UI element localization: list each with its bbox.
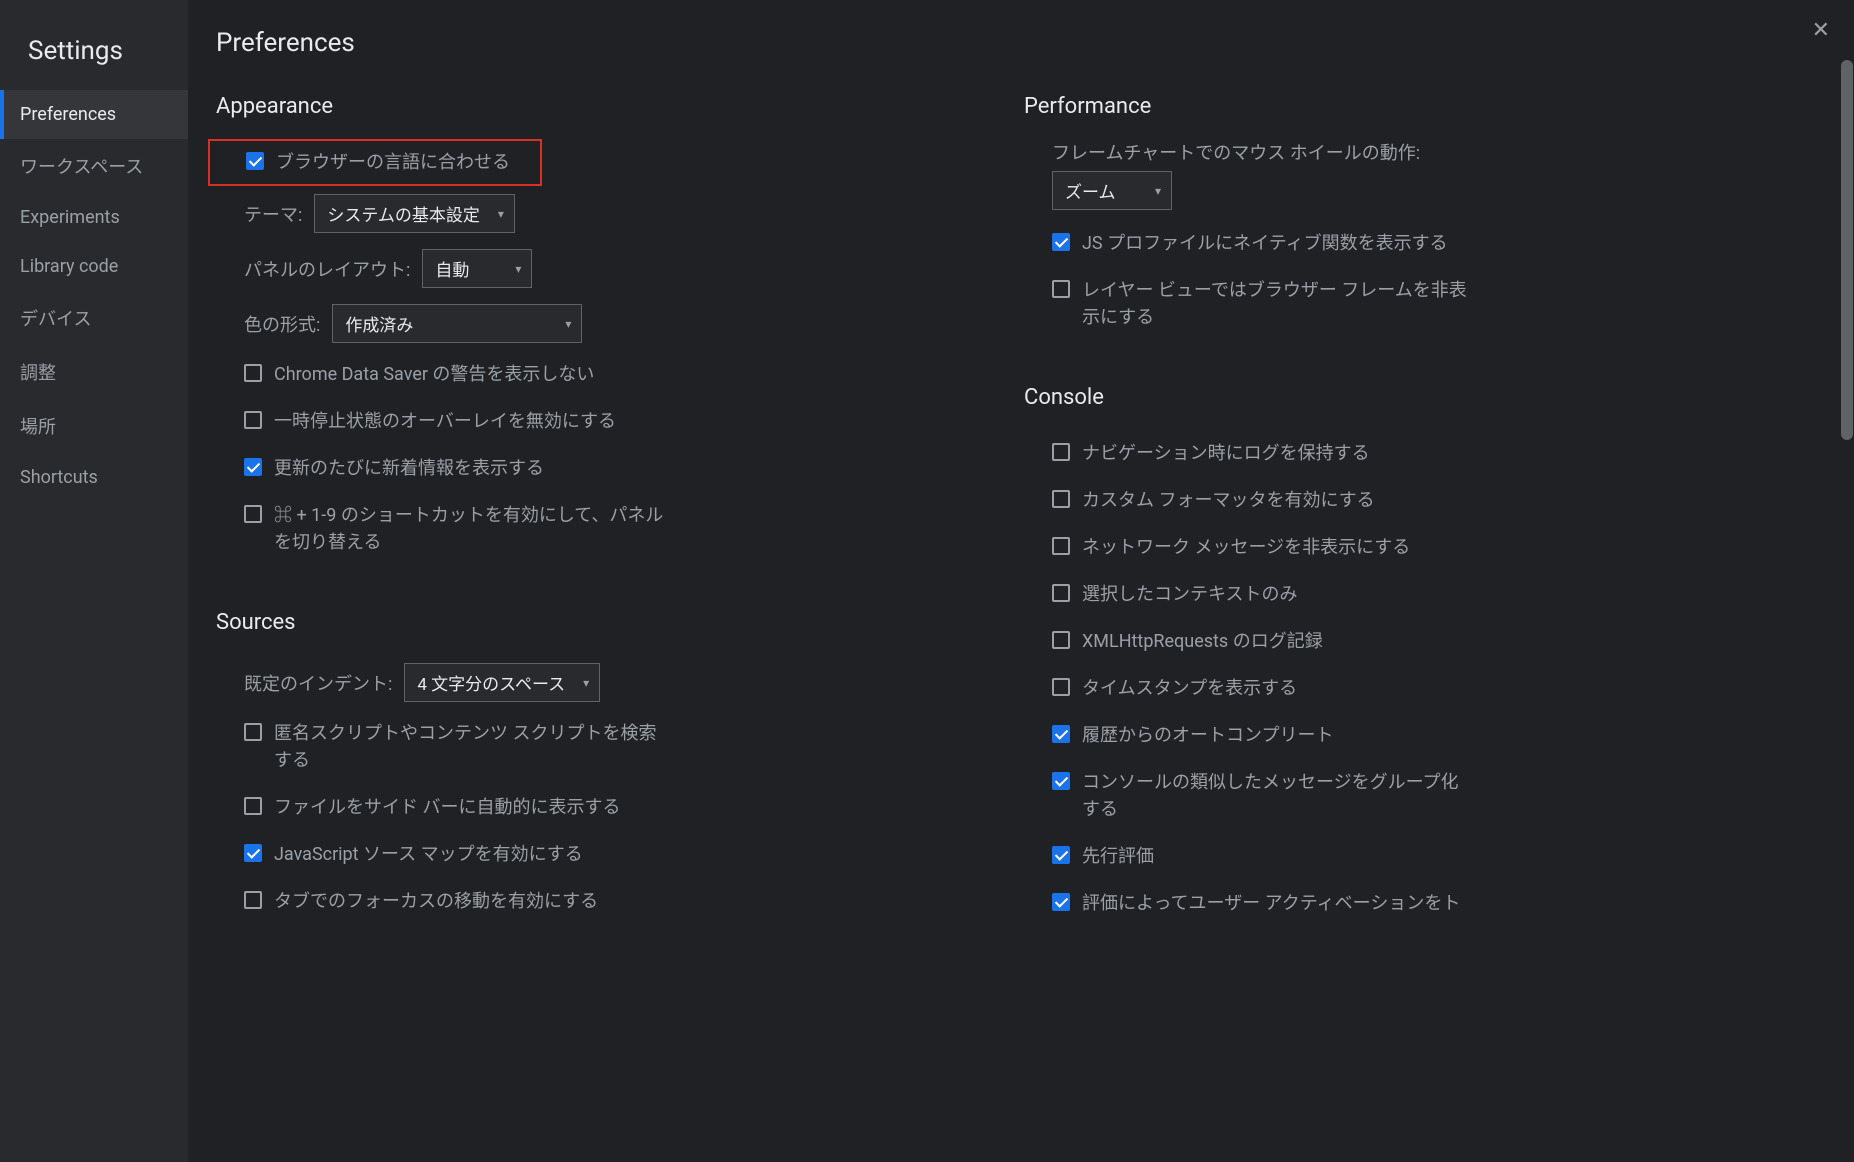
label-hide-browser-frames: レイヤー ビューではブラウザー フレームを非表示にする	[1082, 277, 1476, 331]
row-user-activation: 評価によってユーザー アクティベーションをト	[1016, 880, 1476, 927]
checkbox-match-browser-language[interactable]	[246, 152, 264, 170]
checkbox-data-saver-warning[interactable]	[244, 364, 262, 382]
sidebar-item-workspace[interactable]: ワークスペース	[0, 139, 188, 193]
sidebar-item-library-code[interactable]: Library code	[0, 242, 188, 291]
section-performance: Performance フレームチャートでのマウス ホイールの動作: ズーム J…	[1016, 94, 1814, 341]
label-custom-formatters: カスタム フォーマッタを有効にする	[1082, 487, 1375, 514]
row-custom-formatters: カスタム フォーマッタを有効にする	[1016, 477, 1476, 524]
checkbox-show-timestamps[interactable]	[1052, 678, 1070, 696]
row-cmd-shortcuts: ⌘ + 1-9 のショートカットを有効にして、パネルを切り替える	[208, 492, 668, 566]
row-match-browser-language: ブラウザーの言語に合わせる	[208, 139, 542, 186]
row-hide-network: ネットワーク メッセージを非表示にする	[1016, 524, 1476, 571]
checkbox-user-activation[interactable]	[1052, 893, 1070, 911]
label-disable-pause-overlay: 一時停止状態のオーバーレイを無効にする	[274, 408, 616, 435]
row-tab-focus: タブでのフォーカスの移動を有効にする	[208, 878, 668, 925]
label-data-saver-warning: Chrome Data Saver の警告を表示しない	[274, 361, 594, 388]
row-eager-eval: 先行評価	[1016, 833, 1476, 880]
row-js-source-maps: JavaScript ソース マップを有効にする	[208, 831, 668, 878]
label-flamechart-mouse: フレームチャートでのマウス ホイールの動作:	[1052, 139, 1814, 171]
checkbox-eager-eval[interactable]	[1052, 846, 1070, 864]
checkbox-search-anon-scripts[interactable]	[244, 723, 262, 741]
label-log-xhr: XMLHttpRequests のログ記録	[1082, 628, 1323, 655]
label-color-format: 色の形式:	[244, 311, 320, 337]
select-theme[interactable]: システムの基本設定	[314, 194, 515, 233]
select-default-indent[interactable]: 4 文字分のスペース	[404, 663, 600, 702]
label-tab-focus: タブでのフォーカスの移動を有効にする	[274, 888, 598, 915]
page-title: Preferences	[208, 28, 1814, 58]
checkbox-cmd-shortcuts[interactable]	[244, 505, 262, 523]
row-native-functions: JS プロファイルにネイティブ関数を表示する	[1016, 220, 1536, 267]
checkbox-selected-context-only[interactable]	[1052, 584, 1070, 602]
row-preserve-log: ナビゲーション時にログを保持する	[1016, 430, 1476, 477]
sidebar-item-devices[interactable]: デバイス	[0, 291, 188, 345]
checkbox-js-source-maps[interactable]	[244, 844, 262, 862]
checkbox-hide-network[interactable]	[1052, 537, 1070, 555]
label-auto-reveal-files: ファイルをサイド バーに自動的に表示する	[274, 794, 620, 821]
checkbox-disable-pause-overlay[interactable]	[244, 411, 262, 429]
row-show-whats-new: 更新のたびに新着情報を表示する	[208, 445, 668, 492]
label-panel-layout: パネルのレイアウト:	[244, 256, 410, 282]
section-sources: Sources 既定のインデント: 4 文字分のスペース 匿名スクリプトやコンテ…	[208, 610, 1006, 925]
scrollbar-thumb[interactable]	[1841, 60, 1853, 440]
section-title-sources: Sources	[208, 610, 1006, 635]
label-eager-eval: 先行評価	[1082, 843, 1154, 870]
sidebar: Settings Preferences ワークスペース Experiments…	[0, 0, 188, 1162]
checkbox-show-whats-new[interactable]	[244, 458, 262, 476]
label-selected-context-only: 選択したコンテキストのみ	[1082, 581, 1297, 608]
label-search-anon-scripts: 匿名スクリプトやコンテンツ スクリプトを検索する	[274, 720, 668, 774]
label-hide-network: ネットワーク メッセージを非表示にする	[1082, 534, 1410, 561]
row-hide-browser-frames: レイヤー ビューではブラウザー フレームを非表示にする	[1016, 267, 1476, 341]
label-theme: テーマ:	[244, 201, 302, 227]
label-js-source-maps: JavaScript ソース マップを有効にする	[274, 841, 583, 868]
label-default-indent: 既定のインデント:	[244, 670, 392, 696]
section-console: Console ナビゲーション時にログを保持する カスタム フォーマッタを有効に…	[1016, 385, 1814, 927]
section-title-console: Console	[1016, 385, 1814, 410]
row-search-anon-scripts: 匿名スクリプトやコンテンツ スクリプトを検索する	[208, 710, 668, 784]
label-user-activation: 評価によってユーザー アクティベーションをト	[1082, 890, 1460, 917]
sidebar-item-preferences[interactable]: Preferences	[0, 90, 188, 139]
close-icon[interactable]: ✕	[1812, 18, 1830, 43]
checkbox-group-similar[interactable]	[1052, 772, 1070, 790]
checkbox-preserve-log[interactable]	[1052, 443, 1070, 461]
section-appearance: Appearance ブラウザーの言語に合わせる テーマ: システムの基本設定 …	[208, 94, 1006, 566]
sidebar-item-shortcuts[interactable]: Shortcuts	[0, 453, 188, 502]
checkbox-autocomplete-history[interactable]	[1052, 725, 1070, 743]
label-match-browser-language: ブラウザーの言語に合わせる	[276, 149, 510, 176]
sidebar-title: Settings	[0, 36, 188, 90]
select-panel-layout[interactable]: 自動	[422, 249, 532, 288]
sidebar-item-locations[interactable]: 場所	[0, 399, 188, 453]
label-group-similar: コンソールの類似したメッセージをグループ化する	[1082, 769, 1476, 823]
checkbox-native-functions[interactable]	[1052, 233, 1070, 251]
row-disable-pause-overlay: 一時停止状態のオーバーレイを無効にする	[208, 398, 668, 445]
row-group-similar: コンソールの類似したメッセージをグループ化する	[1016, 759, 1476, 833]
select-color-format[interactable]: 作成済み	[332, 304, 582, 343]
checkbox-auto-reveal-files[interactable]	[244, 797, 262, 815]
main-panel: ✕ Preferences Appearance ブラウザーの言語に合わせる テ…	[188, 0, 1854, 1162]
label-preserve-log: ナビゲーション時にログを保持する	[1082, 440, 1370, 467]
row-show-timestamps: タイムスタンプを表示する	[1016, 665, 1476, 712]
label-native-functions: JS プロファイルにネイティブ関数を表示する	[1082, 230, 1448, 257]
checkbox-log-xhr[interactable]	[1052, 631, 1070, 649]
label-show-timestamps: タイムスタンプを表示する	[1082, 675, 1297, 702]
checkbox-hide-browser-frames[interactable]	[1052, 280, 1070, 298]
row-data-saver-warning: Chrome Data Saver の警告を表示しない	[208, 351, 668, 398]
section-title-performance: Performance	[1016, 94, 1814, 119]
row-selected-context-only: 選択したコンテキストのみ	[1016, 571, 1476, 618]
row-autocomplete-history: 履歴からのオートコンプリート	[1016, 712, 1476, 759]
section-title-appearance: Appearance	[208, 94, 1006, 119]
sidebar-item-experiments[interactable]: Experiments	[0, 193, 188, 242]
label-cmd-shortcuts: ⌘ + 1-9 のショートカットを有効にして、パネルを切り替える	[274, 502, 668, 556]
checkbox-tab-focus[interactable]	[244, 891, 262, 909]
label-show-whats-new: 更新のたびに新着情報を表示する	[274, 455, 544, 482]
row-log-xhr: XMLHttpRequests のログ記録	[1016, 618, 1476, 665]
row-auto-reveal-files: ファイルをサイド バーに自動的に表示する	[208, 784, 668, 831]
scrollbar[interactable]	[1840, 60, 1854, 600]
checkbox-custom-formatters[interactable]	[1052, 490, 1070, 508]
label-autocomplete-history: 履歴からのオートコンプリート	[1082, 722, 1333, 749]
select-flamechart-mouse[interactable]: ズーム	[1052, 171, 1172, 210]
sidebar-item-throttling[interactable]: 調整	[0, 345, 188, 399]
